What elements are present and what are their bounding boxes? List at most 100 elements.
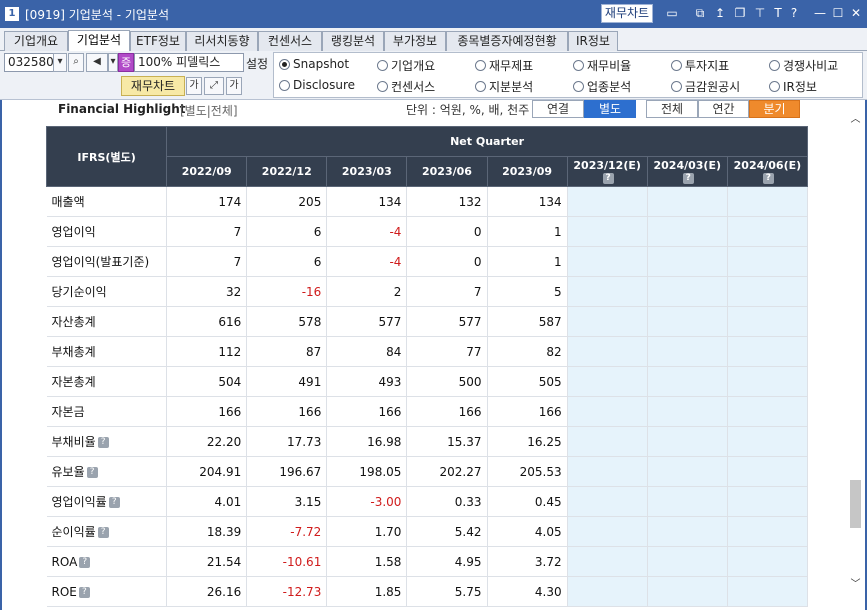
scroll-down-icon[interactable]: ﹀ [848,577,863,592]
value-cell: 5.42 [406,516,488,547]
help-icon[interactable]: ? [79,556,91,568]
speaker-icon[interactable]: ◀ [86,53,108,72]
value-cell: 196.67 [246,456,328,487]
annual-toggle[interactable]: 연간 [698,100,749,118]
help-icon[interactable]: ? [97,527,109,538]
help-icon[interactable]: ? [602,173,614,184]
stock-code-input[interactable]: 032580 [4,53,54,72]
radio-financial-statements[interactable]: 재무제표 [475,57,533,74]
radio-snapshot[interactable]: Snapshot [279,57,349,71]
value-cell: 18.39 [166,516,248,547]
all-period-toggle[interactable]: 전체 [646,100,698,118]
value-cell: 84 [326,336,408,367]
highlight-title: Financial Highlight [58,102,186,116]
radio-ir-info[interactable]: IR정보 [769,78,817,95]
scroll-thumb[interactable] [850,480,861,528]
maximize-icon[interactable]: ☐ [830,5,846,21]
quarterly-toggle[interactable]: 분기 [749,100,800,118]
table-row: ROA? 21.54 -10.61 1.58 4.95 3.72 [46,546,809,577]
consolidated-toggle[interactable]: 연결 [532,100,584,118]
value-cell [647,516,728,547]
value-cell: 134 [487,186,568,217]
dropdown-arrow-icon[interactable]: ▾ [53,53,67,72]
value-cell: 578 [246,306,328,337]
radio-company-overview[interactable]: 기업개요 [377,57,435,74]
value-cell [567,576,648,607]
minimize-icon[interactable]: — [812,5,828,21]
stock-name-label: 피델릭스 [176,55,221,69]
value-cell: 166 [487,396,568,427]
tab-consensus[interactable]: 컨센서스 [258,31,322,51]
tab-etf-info[interactable]: ETF정보 [130,31,186,51]
font-larger-button[interactable]: 가 [226,77,242,95]
tab-capital-increase[interactable]: 종목별증자예정현황 [446,31,568,51]
search-icon[interactable]: ⌕ [68,53,84,72]
scroll-up-icon[interactable]: ︿ [848,112,863,127]
separate-toggle[interactable]: 별도 [584,100,636,118]
financial-highlight-table: IFRS(별도) Net Quarter 2022/09 2022/12 2023/… [45,126,809,607]
help-icon[interactable]: ? [86,467,98,478]
value-cell [647,186,728,217]
font-size-icon[interactable]: T [770,5,786,21]
tab-ir-info[interactable]: IR정보 [568,31,618,51]
value-cell: 166 [406,396,488,427]
value-cell [647,486,728,517]
finance-chart-title-button[interactable]: 재무차트 [601,4,653,23]
value-cell [647,216,728,247]
value-cell [727,516,809,547]
help-icon[interactable]: ? [108,497,120,508]
row-label: ROE? [46,576,168,607]
expand-icon[interactable]: ⤢ [204,77,224,95]
vertical-scrollbar[interactable]: ︿ ﹀ [848,112,863,592]
radio-dot [475,60,486,71]
value-cell [727,246,809,277]
value-cell: 4.05 [487,516,568,547]
help-icon[interactable]: ? [682,173,694,184]
value-cell [647,276,728,307]
stock-name-field[interactable]: 100% 피델릭스 [134,53,244,72]
value-cell: 3.72 [487,546,568,577]
value-cell: 16.98 [326,426,408,457]
tab-additional-info[interactable]: 부가정보 [384,31,446,51]
tab-company-overview[interactable]: 기업개요 [4,31,68,51]
tab-company-analysis[interactable]: 기업분석 [68,30,130,51]
value-cell: 204.91 [166,456,248,487]
restore-icon[interactable]: ❐ [732,5,748,21]
table-row: 영업이익 7 6 -4 0 1 [46,216,809,247]
finance-chart-button[interactable]: 재무차트 [121,76,185,96]
arrow-up-icon[interactable]: ↥ [712,5,728,21]
radio-industry-analysis[interactable]: 업종분석 [573,78,631,95]
table-row: ROE? 26.16 -12.73 1.85 5.75 4.30 [46,576,809,607]
value-cell: 505 [487,366,568,397]
radio-investment-indicators[interactable]: 투자지표 [671,57,729,74]
monitor-icon[interactable]: ▭ [664,5,680,21]
font-smaller-button[interactable]: 가 [186,77,202,95]
help-icon[interactable]: ? [78,586,90,598]
radio-competitor-compare[interactable]: 경쟁사비교 [769,57,838,74]
value-cell: 5.75 [406,576,488,607]
help-icon[interactable]: ? [786,5,802,21]
radio-dot [769,60,780,71]
tab-ranking[interactable]: 랭킹분석 [322,31,384,51]
value-cell: 504 [166,366,248,397]
help-icon[interactable]: ? [97,437,109,448]
speaker-dropdown-icon[interactable]: ▾ [108,53,118,72]
radio-fss-disclosure[interactable]: 금감원공시 [671,78,740,95]
value-cell: 491 [246,366,328,397]
radio-shareholding[interactable]: 지분분석 [475,78,533,95]
value-cell: 7 [406,276,488,307]
value-cell [727,366,809,397]
value-cell [727,486,809,517]
close-icon[interactable]: ✕ [848,5,864,21]
content-area: Financial Highlight [별도|전체] 단위 : 억원, %, … [0,100,867,610]
help-icon[interactable]: ? [762,173,774,184]
radio-financial-ratios[interactable]: 재무비율 [573,57,631,74]
tab-research[interactable]: 리서치동향 [186,31,258,51]
value-cell: -7.72 [246,516,328,547]
link-icon[interactable]: ⧉ [692,5,708,21]
radio-consensus[interactable]: 컨센서스 [377,78,435,95]
pin-icon[interactable]: ⊤ [752,5,768,21]
radio-disclosure[interactable]: Disclosure [279,78,355,92]
settings-label[interactable]: 설정 [246,55,268,72]
row-label: 순이익률? [46,516,168,547]
